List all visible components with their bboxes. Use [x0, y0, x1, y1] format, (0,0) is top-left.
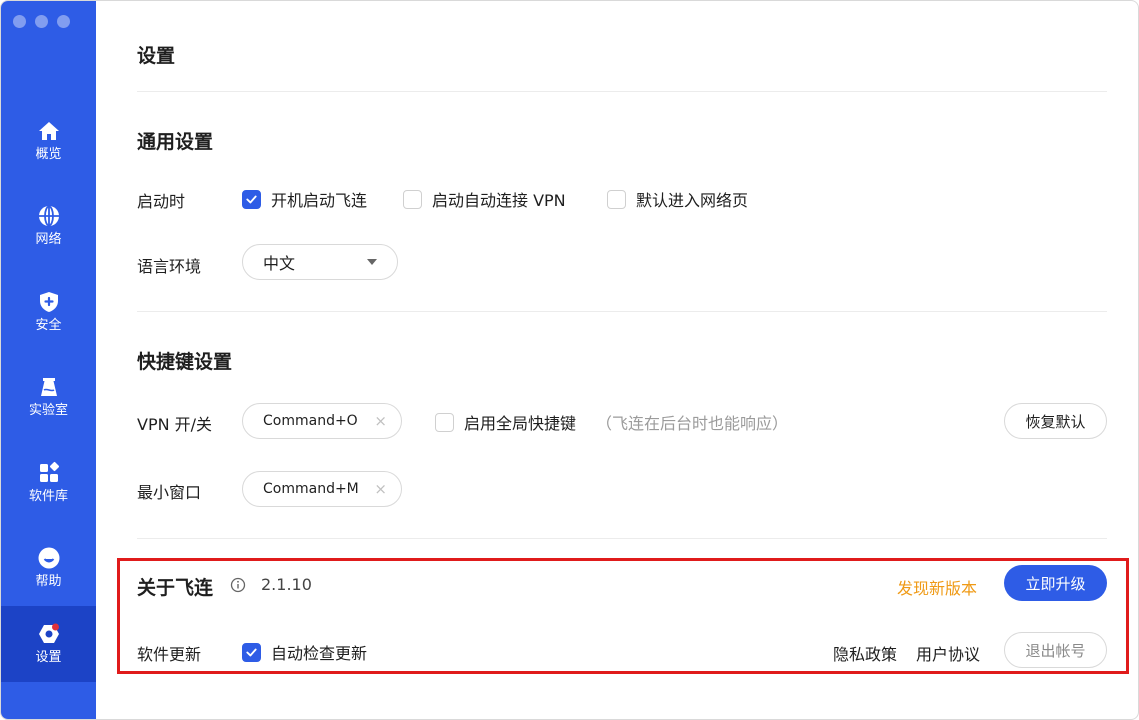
- sidebar-item-label: 安全: [35, 318, 62, 333]
- software-update-label: 软件更新: [137, 645, 202, 664]
- startup-label: 启动时: [137, 192, 186, 211]
- clear-icon[interactable]: ×: [374, 481, 387, 497]
- shield-icon: [39, 292, 58, 312]
- sidebar-item-lab[interactable]: 实验室: [1, 359, 96, 435]
- checkbox-label: 默认进入网络页: [636, 191, 749, 210]
- sidebar-item-network[interactable]: 网络: [1, 188, 96, 264]
- upgrade-button[interactable]: 立即升级: [1004, 565, 1107, 601]
- language-value: 中文: [263, 254, 296, 273]
- info-icon[interactable]: [230, 577, 246, 593]
- chevron-down-icon: [367, 259, 377, 265]
- sidebar: 概览 网络 安全 实验室 软件库 帮助 设置: [1, 1, 96, 719]
- version-number: 2.1.10: [261, 575, 312, 594]
- app-window: 概览 网络 安全 实验室 软件库 帮助 设置 设置 通用设置 启动时 开机启动飞…: [0, 0, 1139, 720]
- user-agreement-link[interactable]: 用户协议: [916, 641, 980, 665]
- sidebar-item-label: 设置: [35, 650, 62, 665]
- new-version-link[interactable]: 发现新版本: [897, 575, 977, 599]
- checkbox-box[interactable]: [607, 189, 626, 209]
- vpn-shortcut-input[interactable]: Command+O ×: [242, 403, 402, 439]
- zoom-window-button[interactable]: [57, 15, 70, 28]
- privacy-policy-link[interactable]: 隐私政策: [833, 641, 897, 665]
- minimize-shortcut-value: Command+M: [263, 481, 359, 497]
- checkbox-box[interactable]: [403, 189, 422, 209]
- divider: [137, 91, 1107, 92]
- checkbox-label: 自动检查更新: [271, 644, 368, 663]
- minimize-window-button[interactable]: [35, 15, 48, 28]
- flask-icon: [40, 378, 57, 396]
- global-shortcut-checkbox[interactable]: 启用全局快捷键 （飞连在后台时也能响应）: [435, 410, 788, 434]
- logout-button[interactable]: 退出帐号: [1004, 632, 1107, 668]
- vpn-shortcut-value: Command+O: [263, 413, 358, 429]
- global-shortcut-hint: （飞连在后台时也能响应）: [596, 414, 789, 433]
- settings-panel: 设置 通用设置 启动时 开机启动飞连 启动自动连接 VPN 默认进入网络页 语言…: [96, 1, 1138, 719]
- checkbox-label: 开机启动飞连: [271, 191, 368, 210]
- sidebar-item-security[interactable]: 安全: [1, 274, 96, 350]
- sidebar-item-settings[interactable]: 设置: [1, 606, 96, 682]
- minimize-shortcut-input[interactable]: Command+M ×: [242, 471, 402, 507]
- page-title: 设置: [137, 45, 176, 67]
- divider: [137, 538, 1107, 539]
- clear-icon[interactable]: ×: [374, 413, 387, 429]
- check-icon: [246, 648, 257, 656]
- vpn-toggle-label: VPN 开/关: [137, 415, 213, 434]
- sidebar-item-apps[interactable]: 软件库: [1, 445, 96, 521]
- settings-icon: [38, 623, 59, 643]
- autostart-checkbox[interactable]: 开机启动飞连: [242, 187, 367, 211]
- globe-icon: [38, 205, 59, 227]
- apps-icon: [39, 461, 59, 482]
- close-window-button[interactable]: [13, 15, 26, 28]
- home-icon: [38, 122, 59, 140]
- language-label: 语言环境: [137, 257, 202, 276]
- shortcut-section-title: 快捷键设置: [137, 351, 233, 373]
- check-icon: [246, 195, 257, 203]
- help-icon: [38, 547, 59, 569]
- sidebar-item-help[interactable]: 帮助: [1, 530, 96, 606]
- sidebar-item-label: 帮助: [35, 574, 62, 589]
- minimize-window-label: 最小窗口: [137, 483, 202, 502]
- language-select[interactable]: 中文: [242, 244, 398, 280]
- checkbox-label: 启动自动连接 VPN: [432, 191, 566, 210]
- auto-connect-vpn-checkbox[interactable]: 启动自动连接 VPN: [403, 187, 566, 211]
- sidebar-item-label: 概览: [35, 147, 62, 162]
- auto-check-update-checkbox[interactable]: 自动检查更新: [242, 640, 367, 664]
- checkbox-box[interactable]: [242, 642, 261, 662]
- divider: [137, 311, 1107, 312]
- about-title: 关于飞连: [137, 577, 214, 599]
- restore-defaults-button[interactable]: 恢复默认: [1004, 403, 1107, 439]
- checkbox-box[interactable]: [435, 412, 454, 432]
- general-section-title: 通用设置: [137, 131, 214, 153]
- sidebar-item-label: 实验室: [28, 403, 68, 418]
- sidebar-item-overview[interactable]: 概览: [1, 103, 96, 179]
- sidebar-item-label: 软件库: [28, 489, 68, 504]
- sidebar-item-label: 网络: [35, 232, 62, 247]
- checkbox-label: 启用全局快捷键: [464, 414, 577, 433]
- window-controls: [13, 15, 70, 28]
- checkbox-box[interactable]: [242, 189, 261, 209]
- default-network-page-checkbox[interactable]: 默认进入网络页: [607, 187, 748, 211]
